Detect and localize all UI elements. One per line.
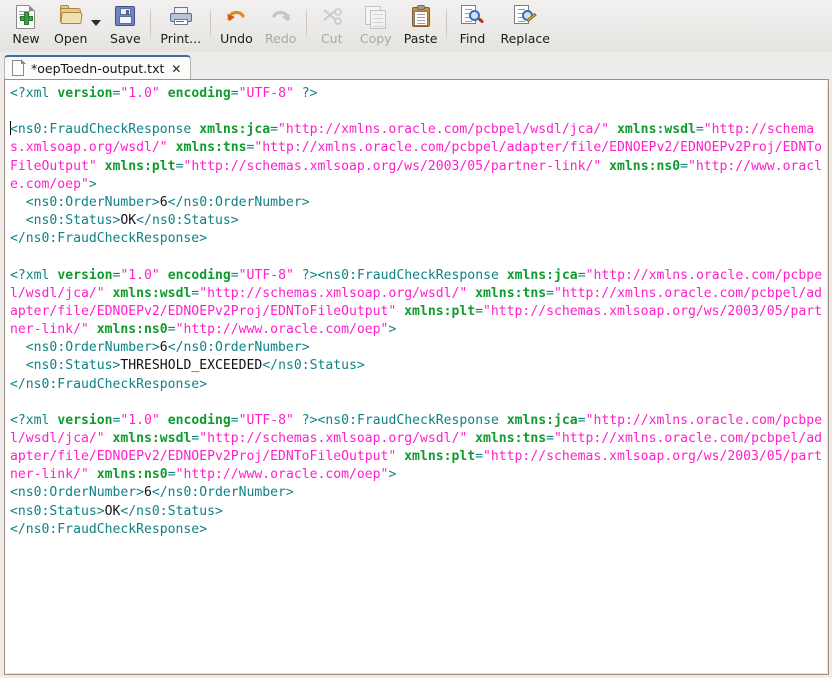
paste-button-label: Paste <box>403 31 438 46</box>
open-folder-icon <box>58 4 84 30</box>
tab-label: *oepToedn-output.txt <box>31 61 165 76</box>
redo-button: Redo <box>259 2 303 46</box>
copy-button: Copy <box>354 2 398 46</box>
print-button-label: Print... <box>160 31 202 46</box>
save-button-label: Save <box>110 31 141 46</box>
xml-source-text[interactable]: <?xml version="1.0" encoding="UTF-8" ?> … <box>8 82 826 539</box>
text-editor-area[interactable]: <?xml version="1.0" encoding="UTF-8" ?> … <box>8 82 826 672</box>
replace-button[interactable]: Replace <box>494 2 555 46</box>
replace-button-label: Replace <box>500 31 550 46</box>
find-magnifier-icon <box>459 4 485 30</box>
redo-button-label: Redo <box>265 31 297 46</box>
editor-frame: <?xml version="1.0" encoding="UTF-8" ?> … <box>4 79 829 675</box>
print-button[interactable]: Print... <box>154 2 207 46</box>
undo-button-label: Undo <box>220 31 253 46</box>
new-document-icon <box>13 4 39 30</box>
new-button-label: New <box>12 31 40 46</box>
save-floppy-icon <box>112 4 138 30</box>
open-dropdown-arrow-icon[interactable] <box>91 20 102 26</box>
text-file-icon <box>12 59 26 77</box>
tab-close-icon[interactable]: ✕ <box>170 63 182 75</box>
toolbar-separator <box>210 6 212 40</box>
scissors-icon <box>319 4 345 30</box>
toolbar-separator <box>305 6 307 40</box>
find-button[interactable]: Find <box>450 2 494 46</box>
cut-button-label: Cut <box>320 31 343 46</box>
open-button-label: Open <box>54 31 88 46</box>
clipboard-icon <box>408 4 434 30</box>
undo-arrow-icon <box>223 4 249 30</box>
save-button[interactable]: Save <box>103 2 147 46</box>
copy-button-label: Copy <box>359 31 392 46</box>
tab-bar: *oepToedn-output.txt ✕ <box>0 52 832 80</box>
replace-magnifier-pencil-icon <box>512 4 538 30</box>
new-button[interactable]: New <box>4 2 48 46</box>
copy-pages-icon <box>363 4 389 30</box>
toolbar-separator <box>446 6 448 40</box>
find-button-label: Find <box>459 31 486 46</box>
cut-button: Cut <box>310 2 354 46</box>
toolbar-separator <box>150 6 152 40</box>
paste-button[interactable]: Paste <box>398 2 444 46</box>
undo-button[interactable]: Undo <box>214 2 259 46</box>
redo-arrow-icon <box>268 4 294 30</box>
tab-oeptoedn-output[interactable]: *oepToedn-output.txt ✕ <box>4 55 192 80</box>
open-button[interactable]: Open <box>48 2 93 46</box>
printer-icon <box>168 4 194 30</box>
main-toolbar: New Open Save Print... Undo Redo Cut Cop… <box>0 0 832 52</box>
